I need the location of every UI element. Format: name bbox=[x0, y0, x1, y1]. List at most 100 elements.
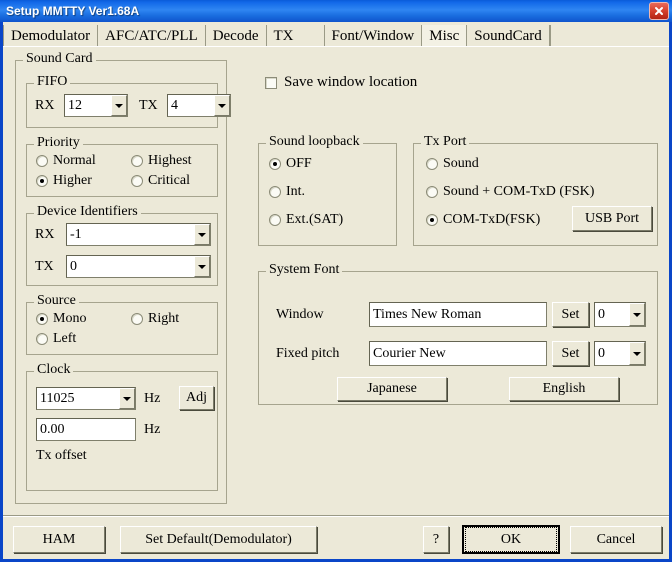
clock-rate-value: 11025 bbox=[40, 391, 75, 406]
tab-font-window[interactable]: Font/Window bbox=[324, 25, 423, 47]
english-button[interactable]: English bbox=[509, 377, 619, 401]
tx-offset-input[interactable]: 0.00 bbox=[36, 418, 136, 441]
tab-demodulator[interactable]: Demodulator bbox=[3, 25, 99, 47]
loopback-radio-int[interactable]: Int. bbox=[269, 185, 305, 199]
system-font-fixed-size-value: 0 bbox=[598, 346, 605, 361]
cancel-button[interactable]: Cancel bbox=[570, 526, 662, 553]
clock-adj-button[interactable]: Adj bbox=[179, 386, 214, 410]
loopback-radio-off[interactable]: OFF bbox=[269, 157, 312, 171]
priority-radio-higher[interactable]: Higher bbox=[36, 174, 92, 188]
loopback-ext-sat-label: Ext.(SAT) bbox=[286, 212, 344, 227]
ham-button[interactable]: HAM bbox=[13, 526, 105, 553]
chevron-down-icon[interactable] bbox=[194, 256, 210, 277]
help-button[interactable]: ? bbox=[423, 526, 449, 553]
tab-afc-atc-pll[interactable]: AFC/ATC/PLL bbox=[98, 25, 206, 47]
group-system-font: System Font Window Times New Roman Set 0… bbox=[258, 263, 658, 405]
chevron-down-icon[interactable] bbox=[119, 388, 135, 409]
chevron-down-icon[interactable] bbox=[194, 224, 210, 245]
tab-misc[interactable]: Misc bbox=[422, 25, 467, 47]
device-tx-value: 0 bbox=[70, 259, 77, 274]
fifo-rx-combo[interactable]: 12 bbox=[64, 94, 128, 117]
chevron-down-icon[interactable] bbox=[111, 95, 127, 116]
group-source-label: Source bbox=[34, 294, 79, 308]
system-font-fixed-size-combo[interactable]: 0 bbox=[594, 341, 646, 366]
usb-port-label: USB Port bbox=[584, 210, 640, 226]
priority-radio-critical[interactable]: Critical bbox=[131, 174, 190, 188]
tab-strip-filler bbox=[549, 25, 669, 47]
radio-dot-icon bbox=[269, 186, 281, 198]
system-font-window-value: Times New Roman bbox=[373, 307, 482, 322]
setup-window: Setup MMTTY Ver1.68A Demodulator AFC/ATC… bbox=[0, 0, 672, 562]
device-rx-value: -1 bbox=[70, 227, 82, 242]
tab-tx[interactable]: TX bbox=[266, 25, 325, 47]
group-tx-port-label: Tx Port bbox=[421, 135, 470, 149]
misc-panel: Sound Card FIFO RX 12 TX 4 Priority Norm… bbox=[3, 46, 669, 516]
ok-button[interactable]: OK bbox=[462, 525, 560, 554]
priority-highest-label: Highest bbox=[148, 153, 192, 168]
system-font-fixed-set-button[interactable]: Set bbox=[552, 341, 589, 366]
group-sound-loopback: Sound loopback OFF Int. Ext.(SAT) bbox=[258, 135, 397, 246]
group-sound-card-label: Sound Card bbox=[23, 52, 96, 66]
tab-decode[interactable]: Decode bbox=[205, 25, 267, 47]
system-font-fixed-input[interactable]: Courier New bbox=[369, 341, 547, 366]
loopback-radio-ext-sat[interactable]: Ext.(SAT) bbox=[269, 213, 343, 227]
source-radio-mono[interactable]: Mono bbox=[36, 312, 86, 326]
tx-offset-value: 0.00 bbox=[40, 422, 65, 437]
group-fifo-label: FIFO bbox=[34, 75, 71, 89]
group-system-font-label: System Font bbox=[266, 263, 343, 277]
priority-radio-normal[interactable]: Normal bbox=[36, 154, 96, 168]
fifo-tx-label: TX bbox=[139, 98, 158, 113]
group-fifo: FIFO RX 12 TX 4 bbox=[26, 75, 231, 128]
radio-dot-icon bbox=[426, 214, 438, 226]
set-default-label: Set Default(Demodulator) bbox=[145, 531, 292, 547]
save-window-location-checkbox[interactable]: Save window location bbox=[265, 74, 417, 91]
tx-offset-unit: Hz bbox=[144, 422, 161, 437]
radio-dot-icon bbox=[426, 158, 438, 170]
source-radio-left[interactable]: Left bbox=[36, 332, 76, 346]
radio-dot-icon bbox=[36, 155, 48, 167]
group-clock: Clock 11025 Hz Adj 0.00 Hz Tx offset bbox=[26, 363, 218, 491]
clock-rate-combo[interactable]: 11025 bbox=[36, 387, 136, 410]
priority-radio-highest[interactable]: Highest bbox=[131, 154, 192, 168]
chevron-down-icon[interactable] bbox=[629, 303, 645, 326]
radio-dot-icon bbox=[36, 333, 48, 345]
chevron-down-icon[interactable] bbox=[214, 95, 230, 116]
fifo-tx-combo[interactable]: 4 bbox=[167, 94, 231, 117]
ok-focus-ring: OK bbox=[465, 527, 557, 552]
save-window-location-label: Save window location bbox=[284, 74, 418, 90]
txport-radio-sound-com-txd[interactable]: Sound + COM-TxD (FSK) bbox=[426, 185, 594, 199]
group-device-identifiers: Device Identifiers RX -1 TX 0 bbox=[26, 205, 218, 286]
txport-sound-com-txd-label: Sound + COM-TxD (FSK) bbox=[443, 184, 595, 199]
device-tx-combo[interactable]: 0 bbox=[66, 255, 211, 278]
source-radio-right[interactable]: Right bbox=[131, 312, 179, 326]
close-icon[interactable] bbox=[649, 2, 669, 20]
radio-dot-icon bbox=[131, 175, 143, 187]
system-font-window-size-combo[interactable]: 0 bbox=[594, 302, 646, 327]
usb-port-button[interactable]: USB Port bbox=[572, 206, 652, 231]
group-sound-card: Sound Card FIFO RX 12 TX 4 Priority Norm… bbox=[15, 52, 231, 504]
chevron-down-icon[interactable] bbox=[629, 342, 645, 365]
device-tx-label: TX bbox=[35, 259, 54, 274]
txport-radio-sound[interactable]: Sound bbox=[426, 157, 479, 171]
group-priority-label: Priority bbox=[34, 136, 83, 150]
tab-soundcard[interactable]: SoundCard bbox=[466, 25, 550, 47]
group-tx-port: Tx Port Sound Sound + COM-TxD (FSK) COM-… bbox=[413, 135, 658, 246]
radio-dot-icon bbox=[269, 158, 281, 170]
japanese-button[interactable]: Japanese bbox=[337, 377, 447, 401]
ok-label: OK bbox=[500, 531, 522, 547]
system-font-window-input[interactable]: Times New Roman bbox=[369, 302, 547, 327]
group-source: Source Mono Right Left bbox=[26, 294, 218, 355]
set-default-button[interactable]: Set Default(Demodulator) bbox=[120, 526, 317, 553]
priority-critical-label: Critical bbox=[148, 173, 190, 188]
radio-dot-icon bbox=[131, 155, 143, 167]
clock-rate-unit: Hz bbox=[144, 391, 161, 406]
system-font-window-size-value: 0 bbox=[598, 307, 605, 322]
japanese-label: Japanese bbox=[367, 381, 417, 396]
device-rx-combo[interactable]: -1 bbox=[66, 223, 211, 246]
txport-radio-com-txd[interactable]: COM-TxD(FSK) bbox=[426, 213, 540, 227]
group-device-identifiers-label: Device Identifiers bbox=[34, 205, 141, 219]
checkbox-box-icon bbox=[265, 76, 277, 89]
system-font-window-set-label: Set bbox=[561, 306, 580, 322]
system-font-window-set-button[interactable]: Set bbox=[552, 302, 589, 327]
source-left-label: Left bbox=[53, 331, 77, 346]
